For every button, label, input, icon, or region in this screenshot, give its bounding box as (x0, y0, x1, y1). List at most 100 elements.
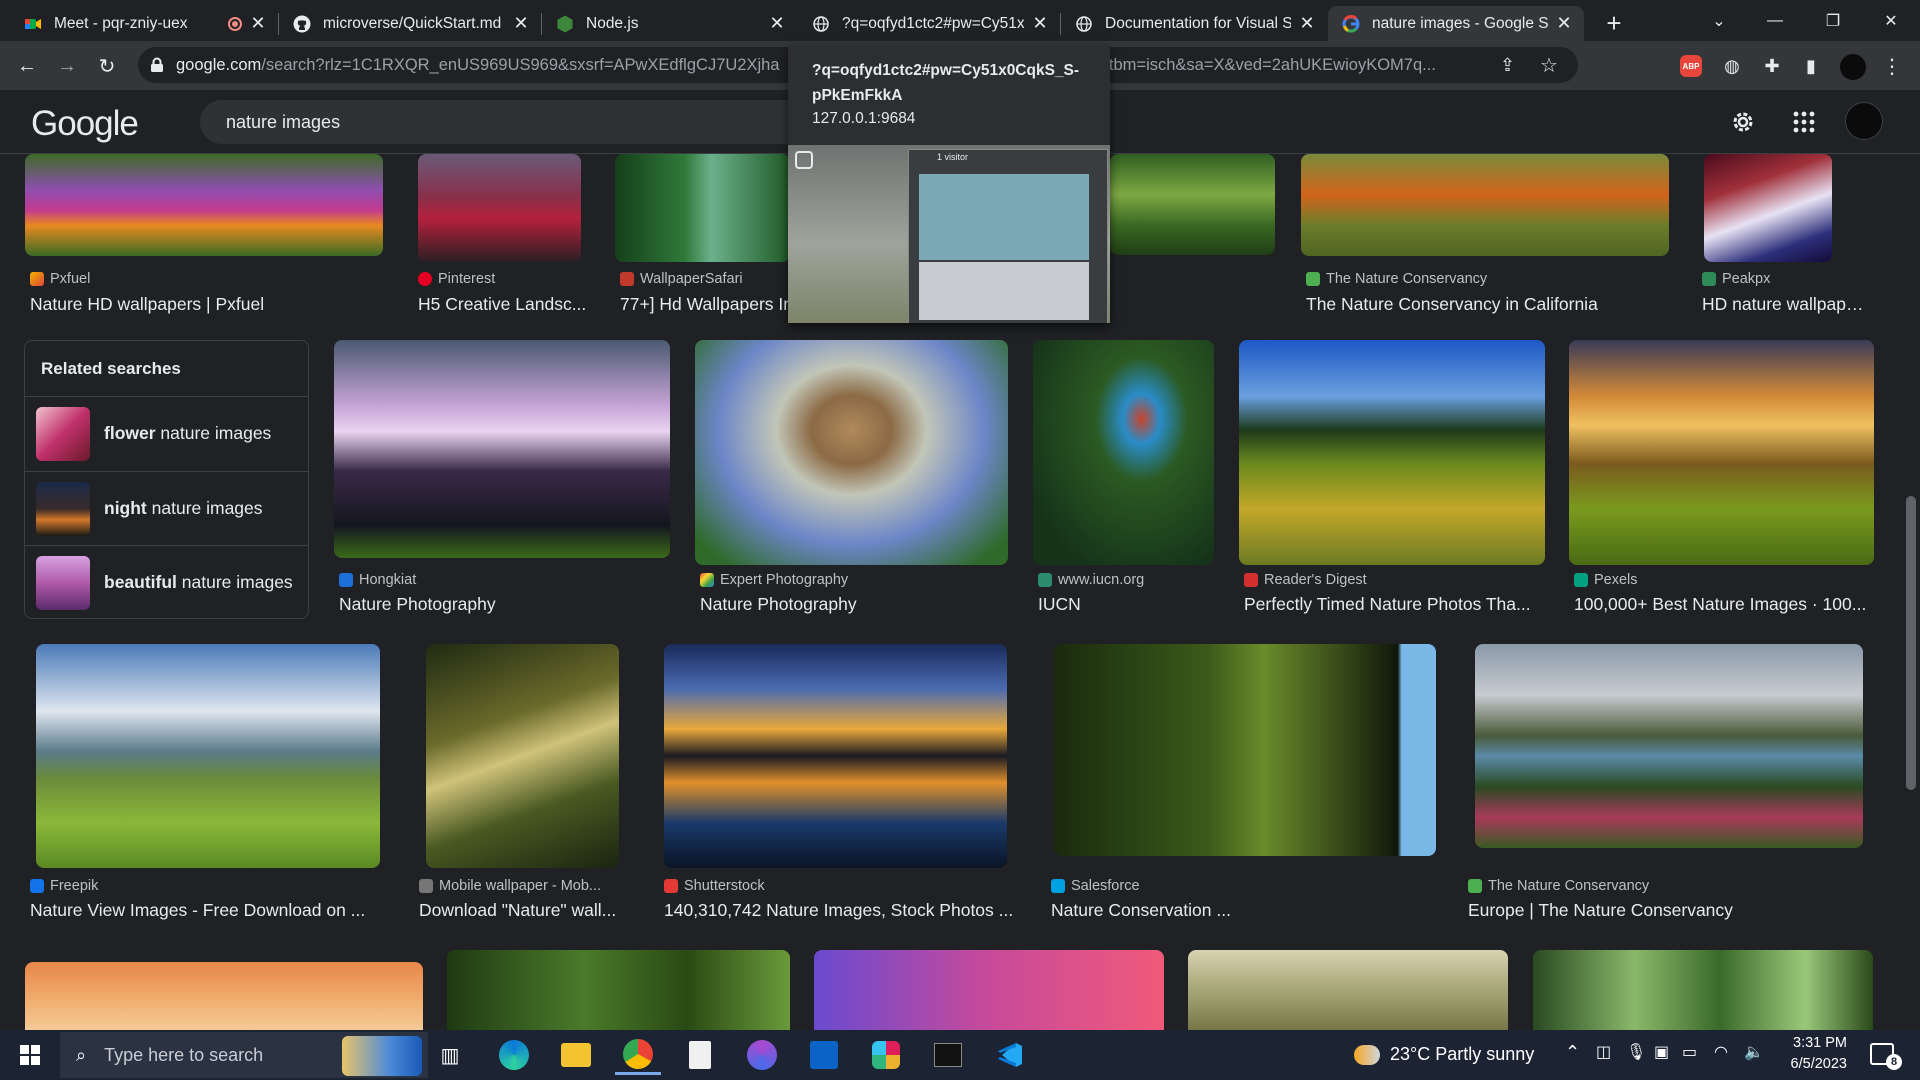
result-title[interactable]: Nature View Images - Free Download on ..… (30, 900, 385, 921)
related-item-beautiful[interactable]: beautiful nature images (25, 545, 308, 619)
result-thumbnail[interactable] (25, 962, 423, 1030)
microphone-icon[interactable]: 🎙 (1626, 1042, 1646, 1062)
result-source[interactable]: Hongkiat (339, 572, 416, 588)
image-result[interactable]: Mobile wallpaper - Mob... Download "Natu… (414, 644, 624, 924)
back-button[interactable]: ← (10, 49, 44, 83)
image-result[interactable] (25, 962, 423, 1030)
chrome-icon[interactable] (615, 1035, 661, 1075)
result-thumbnail[interactable] (36, 644, 380, 868)
minimize-button[interactable]: — (1746, 0, 1804, 41)
result-source[interactable]: Shutterstock (664, 878, 765, 894)
reload-button[interactable]: ↻ (90, 49, 124, 83)
result-title[interactable]: HD nature wallpape... (1702, 294, 1867, 315)
result-thumbnail[interactable] (334, 340, 670, 558)
result-thumbnail[interactable] (1569, 340, 1874, 565)
result-source[interactable]: www.iucn.org (1038, 572, 1144, 588)
profile-avatar[interactable] (1840, 54, 1866, 80)
result-title[interactable]: 77+] Hd Wallpapers In (620, 294, 793, 315)
close-tab-icon[interactable]: ✕ (1554, 13, 1574, 34)
result-thumbnail[interactable] (1301, 154, 1669, 256)
result-title[interactable]: IUCN (1038, 594, 1218, 615)
related-item-flower[interactable]: flower nature images (25, 396, 308, 470)
new-tab-button[interactable]: + (1598, 8, 1630, 38)
image-result[interactable]: Pexels 100,000+ Best Nature Images · 100… (1569, 340, 1879, 620)
image-result[interactable]: Pxfuel Nature HD wallpapers | Pxfuel (25, 154, 385, 314)
share-icon[interactable]: ⇪ (1500, 55, 1515, 76)
task-view-icon[interactable]: ▥ (430, 1035, 470, 1075)
image-result[interactable]: The Nature Conservancy The Nature Conser… (1301, 154, 1671, 314)
image-result[interactable]: Shutterstock 140,310,742 Nature Images, … (659, 644, 1019, 924)
image-result[interactable]: Hongkiat Nature Photography (334, 340, 674, 620)
result-title[interactable]: H5 Creative Landsc... (418, 294, 590, 315)
image-result[interactable] (1533, 950, 1873, 1030)
side-panel-icon[interactable]: ▮ (1794, 49, 1828, 83)
result-source[interactable]: Peakpx (1702, 271, 1770, 287)
close-tab-icon[interactable]: ✕ (767, 13, 787, 34)
battery-icon[interactable]: ▭ (1682, 1042, 1697, 1062)
tab-google-images[interactable]: nature images - Google Sea ✕ (1328, 6, 1584, 41)
scrollbar-thumb[interactable] (1906, 496, 1916, 790)
tab-vscode-docs[interactable]: Documentation for Visual S ✕ (1061, 6, 1327, 41)
result-source[interactable]: Reader's Digest (1244, 572, 1367, 588)
weather-text[interactable]: 23°C Partly sunny (1390, 1044, 1534, 1065)
forward-button[interactable]: → (50, 49, 84, 83)
result-source[interactable]: Salesforce (1051, 878, 1140, 894)
image-result[interactable] (447, 950, 790, 1030)
result-source[interactable]: Pinterest (418, 271, 495, 287)
outlook-icon[interactable] (801, 1035, 847, 1075)
close-window-button[interactable]: ✕ (1862, 0, 1920, 41)
weather-icon[interactable] (1352, 1035, 1382, 1075)
chevron-up-icon[interactable]: ⌃ (1565, 1042, 1580, 1063)
image-result[interactable] (1188, 950, 1508, 1030)
result-thumbnail[interactable] (615, 154, 790, 262)
result-thumbnail[interactable] (1704, 154, 1832, 262)
image-result[interactable]: www.iucn.org IUCN (1033, 340, 1218, 620)
chrome-profile-icon[interactable] (739, 1035, 785, 1075)
extension-globe-icon[interactable]: ◍ (1715, 49, 1749, 83)
result-source[interactable]: The Nature Conservancy (1468, 878, 1649, 894)
tab-nodejs[interactable]: Node.js ✕ (542, 6, 797, 41)
result-thumbnail[interactable] (426, 644, 619, 868)
restore-button[interactable]: ❐ (1804, 0, 1862, 41)
result-thumbnail[interactable] (695, 340, 1008, 565)
result-thumbnail[interactable] (814, 950, 1164, 1030)
result-title[interactable]: 140,310,742 Nature Images, Stock Photos … (664, 900, 1019, 921)
chrome-menu-icon[interactable]: ⋮ (1875, 49, 1909, 83)
close-tab-icon[interactable]: ✕ (248, 13, 268, 34)
result-title[interactable]: Nature Photography (339, 594, 669, 615)
apps-grid-icon[interactable] (1788, 106, 1820, 138)
related-item-night[interactable]: night nature images (25, 471, 308, 545)
terminal-icon[interactable] (925, 1035, 971, 1075)
windows-start-icon[interactable] (10, 1035, 50, 1075)
notepad-icon[interactable] (677, 1035, 723, 1075)
result-thumbnail[interactable] (1239, 340, 1545, 565)
result-title[interactable]: Download "Nature" wall... (419, 900, 624, 921)
result-title[interactable]: Perfectly Timed Nature Photos Tha... (1244, 594, 1544, 615)
tab-meet[interactable]: Meet - pqr-zniy-uex ✕ (10, 6, 278, 41)
result-source[interactable]: Freepik (30, 878, 98, 894)
vscode-icon[interactable] (987, 1035, 1033, 1075)
result-title[interactable]: Nature Conservation ... (1051, 900, 1431, 921)
settings-gear-icon[interactable] (1727, 106, 1759, 138)
adblock-icon[interactable]: ABP (1680, 55, 1702, 77)
result-title[interactable]: Nature Photography (700, 594, 1010, 615)
result-thumbnail[interactable] (1054, 644, 1436, 856)
result-source[interactable]: Pxfuel (30, 271, 90, 287)
result-thumbnail[interactable] (447, 950, 790, 1030)
account-avatar[interactable] (1845, 102, 1883, 140)
image-result[interactable]: The Nature Conservancy Europe | The Natu… (1463, 644, 1873, 924)
tab-localhost[interactable]: ?q=oqfyd1ctc2#pw=Cy51x0 ✕ (798, 6, 1060, 41)
result-thumbnail[interactable] (1033, 340, 1214, 565)
wifi-icon[interactable]: ◠ (1714, 1042, 1728, 1062)
taskbar-search[interactable]: ⌕ Type here to search (60, 1032, 428, 1078)
result-thumbnail[interactable] (1475, 644, 1863, 848)
bookmark-star-icon[interactable]: ☆ (1540, 53, 1558, 78)
result-thumbnail[interactable] (25, 154, 383, 256)
image-result[interactable]: Expert Photography Nature Photography (695, 340, 1015, 620)
close-tab-icon[interactable]: ✕ (1030, 13, 1050, 34)
result-title[interactable]: Europe | The Nature Conservancy (1468, 900, 1873, 921)
image-result[interactable]: Peakpx HD nature wallpape... (1697, 154, 1867, 314)
tab-github[interactable]: microverse/QuickStart.md a ✕ (279, 6, 541, 41)
google-logo[interactable]: Google (31, 104, 139, 144)
result-source[interactable]: Expert Photography (700, 572, 848, 588)
